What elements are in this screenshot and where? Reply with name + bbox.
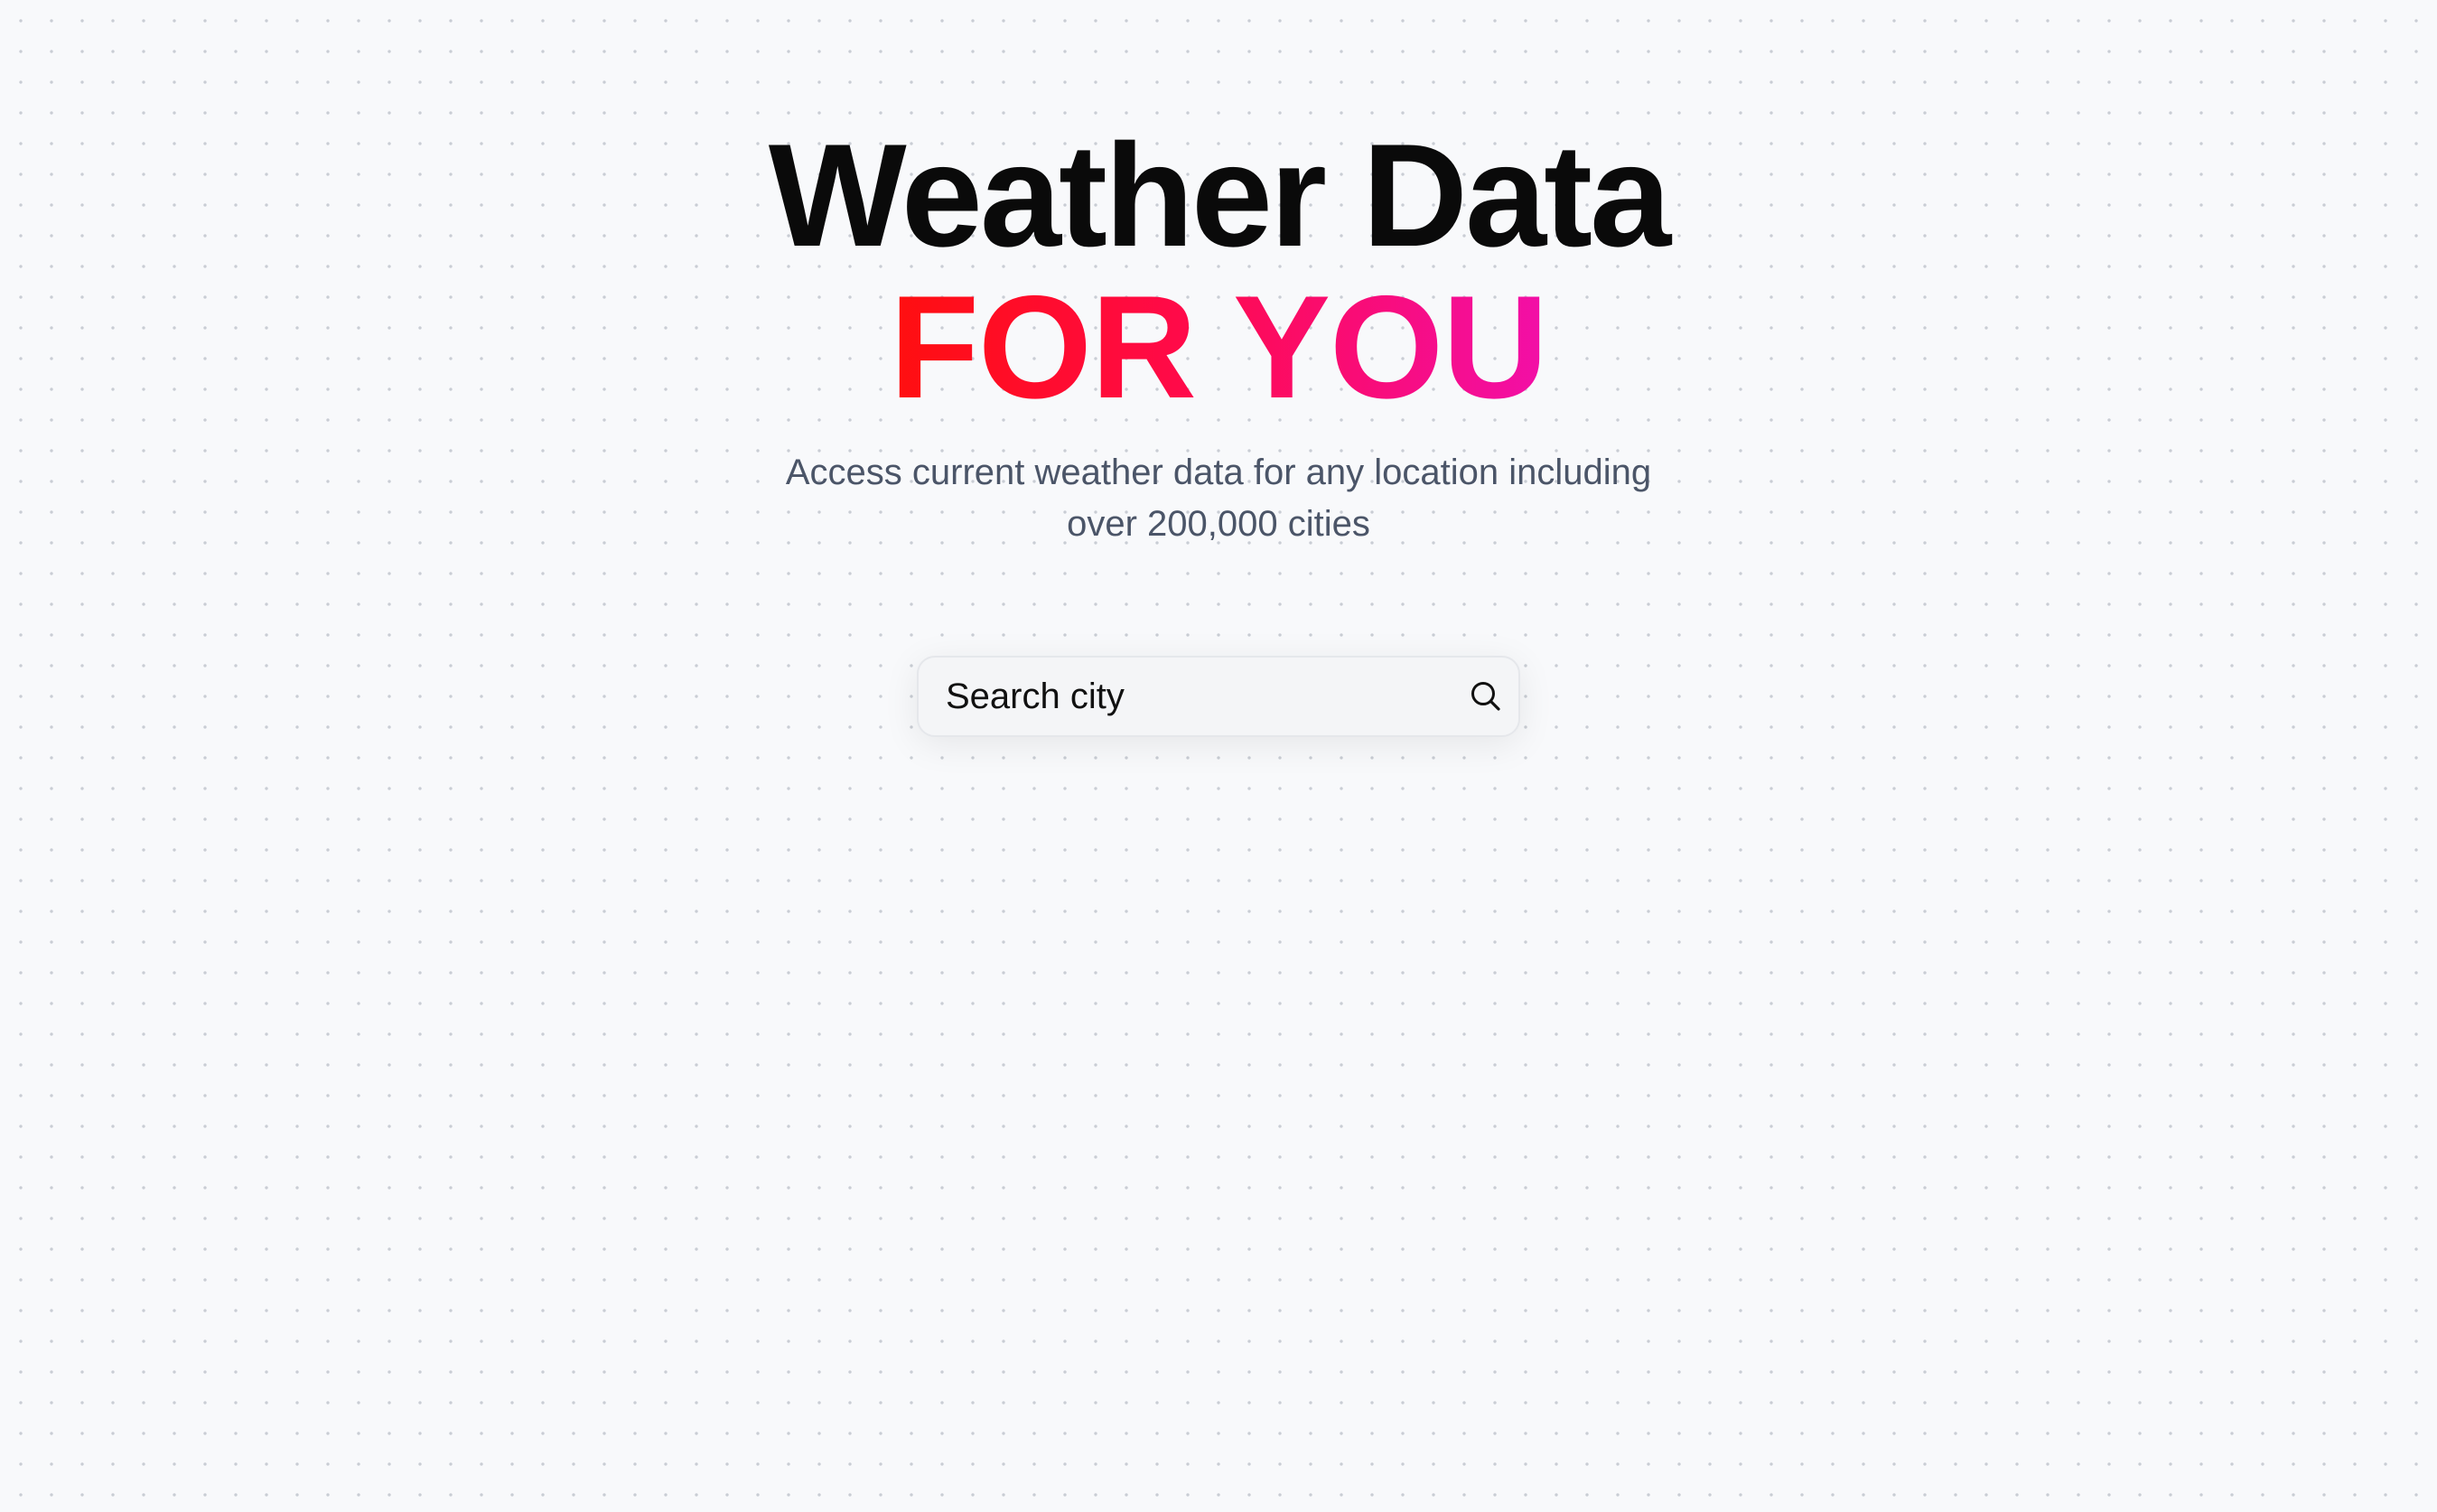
hero-title-accent-text: FOR YOU [889, 266, 1548, 429]
hero-subtitle: Access current weather data for any loca… [785, 453, 1652, 544]
search-icon[interactable] [1466, 677, 1506, 716]
hero-title-accent: FOR YOU [0, 271, 2437, 425]
search-input[interactable] [946, 658, 1452, 735]
hero-title: Weather Data [768, 114, 1671, 277]
search-box[interactable] [917, 656, 1520, 737]
